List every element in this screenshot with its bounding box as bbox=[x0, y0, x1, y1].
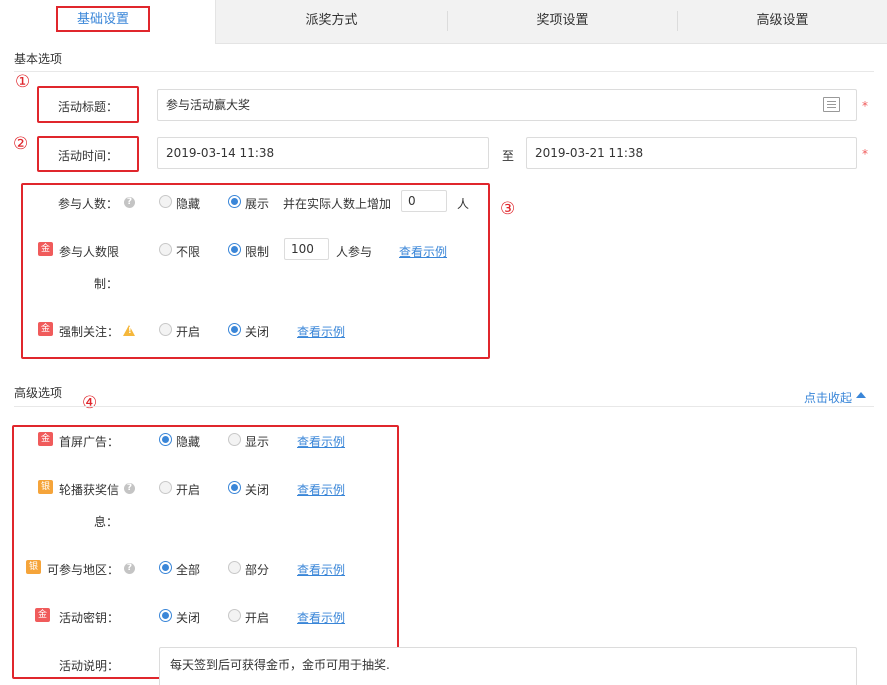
tab-prize-settings[interactable]: 奖项设置 bbox=[448, 0, 677, 44]
limit-value-input[interactable]: 100 bbox=[284, 238, 329, 260]
splash-ad-show-radio[interactable] bbox=[228, 433, 241, 446]
carousel-off-label: 关闭 bbox=[245, 483, 270, 497]
collapse-link[interactable]: 点击收起 bbox=[804, 389, 852, 406]
template-icon-line bbox=[827, 104, 836, 105]
region-label: 可参与地区： bbox=[47, 563, 120, 577]
warning-icon-mark: ! bbox=[128, 326, 132, 335]
help-icon[interactable]: ? bbox=[124, 563, 135, 574]
basic-section-title: 基本选项 bbox=[14, 52, 63, 66]
participants-extra-prefix: 并在实际人数上增加 bbox=[283, 197, 392, 211]
force-follow-off-radio[interactable] bbox=[228, 323, 241, 336]
basic-section-divider bbox=[14, 71, 874, 72]
force-follow-on-label: 开启 bbox=[176, 325, 201, 339]
secret-key-label: 活动密钥： bbox=[59, 611, 120, 625]
carousel-on-label: 开启 bbox=[176, 483, 201, 497]
gold-badge: 金 bbox=[38, 242, 54, 256]
required-marker: * bbox=[862, 147, 868, 161]
splash-ad-example-link[interactable]: 查看示例 bbox=[297, 433, 345, 450]
limit-limited-label: 限制 bbox=[245, 245, 270, 259]
splash-ad-hide-label: 隐藏 bbox=[176, 435, 201, 449]
force-follow-example-link[interactable]: 查看示例 bbox=[297, 323, 345, 340]
splash-ad-label: 首屏广告： bbox=[59, 435, 120, 449]
silver-badge: 银 bbox=[26, 560, 42, 574]
participant-limit-label-cont: 制： bbox=[94, 277, 119, 291]
carousel-off-radio[interactable] bbox=[228, 481, 241, 494]
end-time-value: 2019-03-21 11:38 bbox=[535, 146, 644, 160]
description-textarea[interactable]: 每天签到后可获得金币，金币可用于抽奖. bbox=[159, 647, 857, 685]
time-range-separator: 至 bbox=[502, 149, 515, 163]
carousel-on-radio[interactable] bbox=[159, 481, 172, 494]
help-icon[interactable]: ? bbox=[124, 483, 135, 494]
tab-bar: 基础设置 派奖方式 奖项设置 高级设置 bbox=[0, 0, 887, 44]
annotation-number-1: ① bbox=[15, 72, 31, 92]
participants-label: 参与人数： bbox=[57, 197, 118, 211]
force-follow-on-radio[interactable] bbox=[159, 323, 172, 336]
participants-hide-radio[interactable] bbox=[159, 195, 172, 208]
participant-limit-label: 参与人数限 bbox=[59, 245, 120, 259]
advanced-section-title: 高级选项 bbox=[14, 386, 63, 400]
region-partial-label: 部分 bbox=[245, 563, 270, 577]
gold-badge: 金 bbox=[38, 322, 54, 336]
region-example-link[interactable]: 查看示例 bbox=[297, 561, 345, 578]
required-marker: * bbox=[862, 99, 868, 113]
template-icon[interactable] bbox=[823, 97, 840, 112]
carousel-info-label: 轮播获奖信 bbox=[59, 483, 120, 497]
tab-basic-settings-label[interactable]: 基础设置 bbox=[56, 6, 150, 32]
force-follow-label: 强制关注： bbox=[59, 325, 120, 339]
tab-prize-distribution[interactable]: 派奖方式 bbox=[216, 0, 447, 44]
template-icon-line bbox=[827, 101, 836, 102]
advanced-section-divider bbox=[14, 406, 874, 407]
limit-value: 100 bbox=[291, 242, 314, 256]
region-all-radio[interactable] bbox=[159, 561, 172, 574]
gold-badge: 金 bbox=[38, 432, 54, 446]
carousel-example-link[interactable]: 查看示例 bbox=[297, 481, 345, 498]
help-icon[interactable]: ? bbox=[124, 197, 135, 208]
template-icon-line bbox=[827, 107, 836, 108]
secret-key-off-label: 关闭 bbox=[176, 611, 201, 625]
participants-show-radio[interactable] bbox=[228, 195, 241, 208]
secret-key-on-label: 开启 bbox=[245, 611, 270, 625]
gold-badge: 金 bbox=[35, 608, 51, 622]
description-value: 每天签到后可获得金币，金币可用于抽奖. bbox=[170, 658, 390, 672]
participants-extra-value: 0 bbox=[408, 194, 416, 208]
activity-time-label: 活动时间： bbox=[57, 149, 118, 163]
secret-key-on-radio[interactable] bbox=[228, 609, 241, 622]
start-time-value: 2019-03-14 11:38 bbox=[166, 146, 275, 160]
tab-advanced-settings[interactable]: 高级设置 bbox=[678, 0, 887, 44]
caret-up-icon[interactable] bbox=[856, 392, 866, 398]
secret-key-off-radio[interactable] bbox=[159, 609, 172, 622]
force-follow-off-label: 关闭 bbox=[245, 325, 270, 339]
activity-title-value: 参与活动赢大奖 bbox=[166, 98, 251, 112]
participants-hide-label: 隐藏 bbox=[176, 197, 201, 211]
description-label: 活动说明： bbox=[59, 659, 120, 673]
region-all-label: 全部 bbox=[176, 563, 201, 577]
participant-limit-example-link[interactable]: 查看示例 bbox=[399, 243, 447, 260]
activity-title-input[interactable]: 参与活动赢大奖 bbox=[157, 89, 857, 121]
limit-unit: 人参与 bbox=[336, 245, 373, 259]
carousel-info-label-cont: 息： bbox=[94, 515, 119, 529]
participants-extra-unit: 人 bbox=[457, 197, 470, 211]
start-time-input[interactable]: 2019-03-14 11:38 bbox=[157, 137, 489, 169]
silver-badge: 银 bbox=[38, 480, 54, 494]
annotation-number-4: ④ bbox=[82, 393, 98, 413]
region-partial-radio[interactable] bbox=[228, 561, 241, 574]
secret-key-example-link[interactable]: 查看示例 bbox=[297, 609, 345, 626]
annotation-number-3: ③ bbox=[500, 199, 516, 219]
limit-unlimited-label: 不限 bbox=[176, 245, 201, 259]
participants-show-label: 展示 bbox=[245, 197, 270, 211]
annotation-box-advanced bbox=[12, 425, 399, 679]
end-time-input[interactable]: 2019-03-21 11:38 bbox=[526, 137, 857, 169]
splash-ad-show-label: 显示 bbox=[245, 435, 270, 449]
limit-unlimited-radio[interactable] bbox=[159, 243, 172, 256]
participants-extra-input[interactable]: 0 bbox=[401, 190, 447, 212]
annotation-number-2: ② bbox=[13, 134, 29, 154]
limit-limited-radio[interactable] bbox=[228, 243, 241, 256]
splash-ad-hide-radio[interactable] bbox=[159, 433, 172, 446]
activity-title-label: 活动标题： bbox=[57, 100, 118, 114]
